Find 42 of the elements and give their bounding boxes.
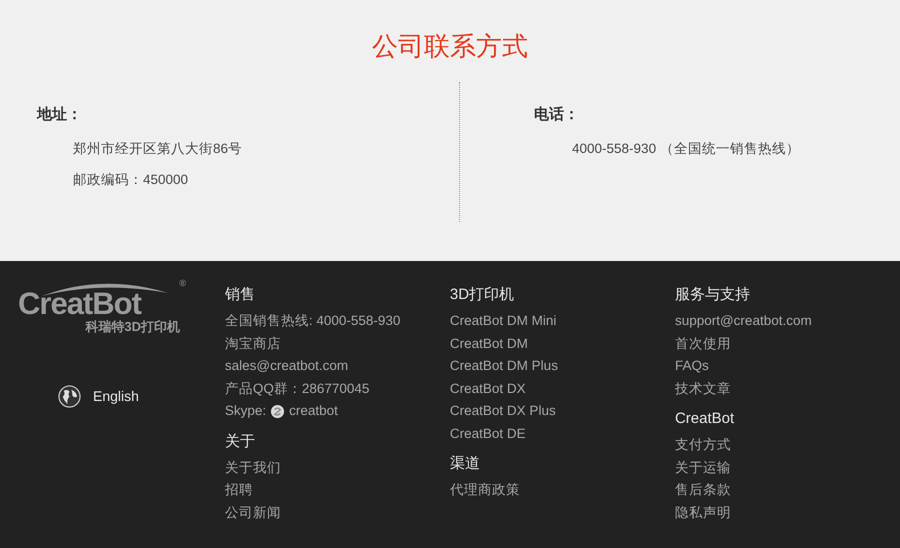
skype-icon [270, 404, 286, 419]
footer-link[interactable]: sales@creatbot.com [224, 356, 348, 376]
footer-link[interactable]: 关于我们 [224, 458, 281, 478]
address-line: 邮政编码：450000 [73, 170, 190, 188]
address-line: 郑州市经开区第八大街86号 [73, 140, 244, 158]
logo-name: CreatBot [18, 289, 142, 319]
footer-heading: 渠道 [450, 454, 481, 474]
footer-link[interactable]: CreatBot DM [450, 334, 528, 354]
skype-label: Skype: [224, 402, 266, 420]
globe-icon [58, 385, 81, 408]
footer-link[interactable]: CreatBot DM Mini [450, 311, 556, 332]
footer-heading: 销售 [224, 285, 256, 305]
footer-link[interactable]: FAQs [674, 356, 709, 376]
footer-heading: 关于 [224, 432, 256, 452]
footer-link[interactable]: CreatBot DE [450, 424, 526, 444]
footer-link[interactable]: 售后条款 [674, 480, 731, 500]
footer-link[interactable]: 淘宝商店 [224, 334, 281, 354]
footer-link[interactable]: CreatBot DX Plus [450, 401, 556, 422]
footer-link[interactable]: 公司新闻 [224, 502, 281, 523]
footer-heading: 服务与支持 [674, 285, 751, 305]
address-label: 地址： [37, 105, 83, 125]
footer-link[interactable]: 招聘 [224, 480, 253, 500]
footer-link[interactable]: 全国销售热线: 4000-558-930 [224, 311, 400, 332]
footer-link[interactable]: 代理商政策 [450, 480, 520, 500]
skype-link[interactable]: creatbot [289, 401, 338, 422]
footer-link[interactable]: support@creatbot.com [674, 311, 812, 332]
footer-heading: CreatBot [674, 409, 736, 429]
footer-link[interactable]: CreatBot DM Plus [450, 356, 558, 376]
phone-line: 4000-558-930 （全国统一销售热线） [572, 140, 801, 158]
footer-link[interactable]: 产品QQ群：286770045 [224, 378, 370, 399]
footer-link[interactable]: 关于运输 [674, 458, 731, 478]
section-title: 公司联系方式 [371, 31, 529, 64]
footer-link[interactable]: CreatBot DX [450, 378, 526, 399]
footer-link[interactable]: 支付方式 [674, 435, 731, 456]
registered-mark: ® [179, 277, 186, 290]
language-link[interactable]: English [58, 385, 225, 408]
footer-heading: 3D打印机 [450, 285, 516, 305]
footer-link[interactable]: 技术文章 [674, 378, 731, 399]
footer-link[interactable]: 首次使用 [674, 334, 731, 354]
logo-tagline: 科瑞特3D打印机 [85, 319, 180, 335]
footer-link[interactable]: 隐私声明 [674, 502, 731, 523]
phone-label: 电话： [534, 105, 580, 125]
